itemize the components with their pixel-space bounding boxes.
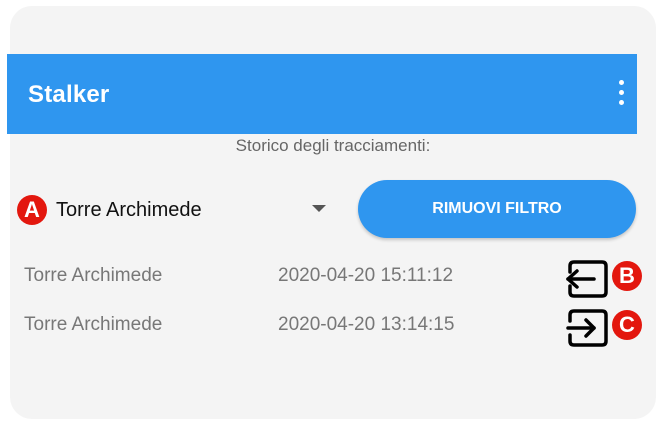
- history-row[interactable]: Torre Archimede 2020-04-20 15:11:12 B: [0, 252, 666, 300]
- remove-filter-button[interactable]: RIMUOVI FILTRO: [358, 180, 636, 238]
- annotation-marker-b: B: [612, 261, 642, 291]
- row-time: 2020-04-20 13:14:15: [278, 314, 455, 335]
- enter-icon: [566, 309, 608, 347]
- annotation-marker-c: C: [612, 310, 642, 340]
- history-subtitle: Storico degli tracciamenti:: [235, 136, 431, 155]
- app-title: Stalker: [28, 81, 110, 108]
- history-row[interactable]: Torre Archimede 2020-04-20 13:14:15 C: [0, 301, 666, 349]
- filter-spinner[interactable]: A Torre Archimede: [16, 190, 336, 230]
- chevron-down-icon: [312, 205, 326, 212]
- row-place: Torre Archimede: [24, 314, 163, 335]
- row-time: 2020-04-20 15:11:12: [278, 265, 454, 286]
- spinner-selected-value: Torre Archimede: [56, 199, 202, 221]
- row-place: Torre Archimede: [24, 265, 163, 286]
- exit-icon: [566, 260, 608, 298]
- app-bar: Stalker: [7, 54, 637, 134]
- annotation-marker-a: A: [17, 195, 47, 225]
- more-vert-icon[interactable]: [615, 78, 629, 110]
